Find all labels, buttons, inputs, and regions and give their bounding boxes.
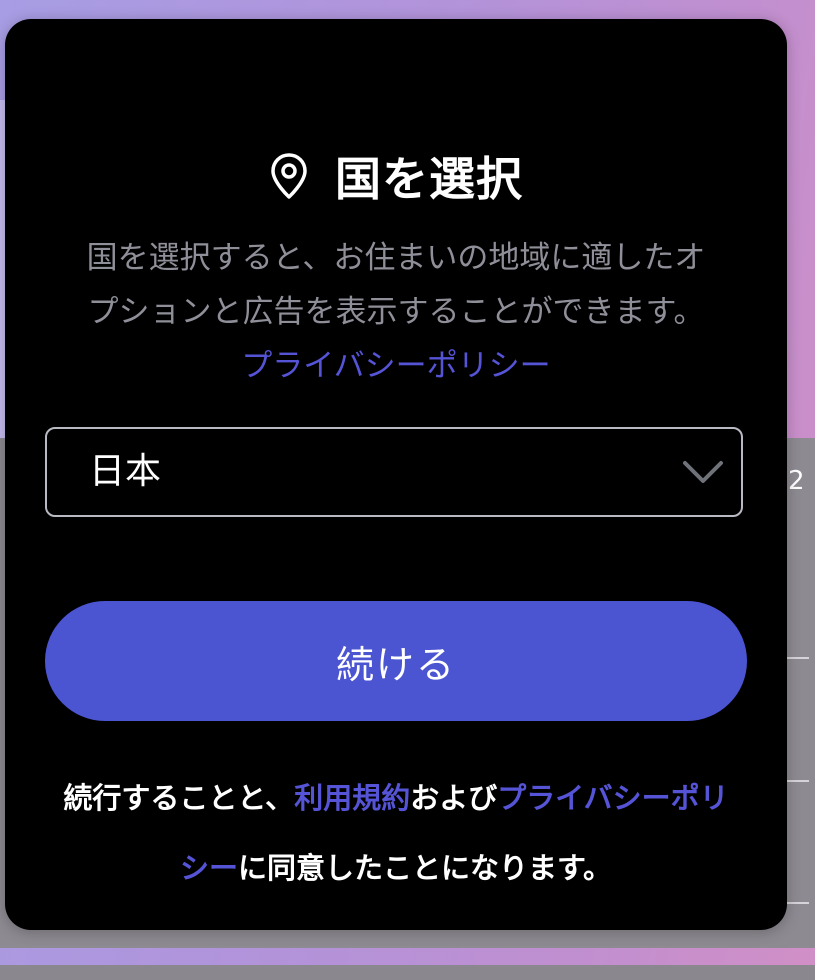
map-pin-icon <box>269 152 309 200</box>
background-divider <box>787 780 809 782</box>
terms-of-use-link[interactable]: 利用規約 <box>294 781 410 815</box>
description-line: 国を選択すると、お住まいの地域に適したオ <box>86 240 706 276</box>
terms-line: 続行することと、利用規約およびプライバシーポリ <box>25 763 767 833</box>
privacy-policy-link-footer[interactable]: プライバシーポリ <box>497 781 728 815</box>
terms-text: 続行することと、 <box>63 781 295 815</box>
background-divider <box>787 657 809 659</box>
background-divider <box>787 902 809 904</box>
dialog-header: 国を選択 <box>5 141 787 211</box>
background-text: 2 <box>788 466 805 496</box>
country-select-value: 日本 <box>89 451 162 492</box>
chevron-down-icon[interactable] <box>681 455 725 489</box>
dialog-title: 国を選択 <box>335 152 523 206</box>
country-select-dialog: 国を選択 国を選択すると、お住まいの地域に適したオ プションと広告を表示すること… <box>5 19 787 930</box>
background-footer <box>0 965 815 980</box>
description-line: プションと広告を表示することができます。 <box>87 294 705 330</box>
dialog-description: 国を選択すると、お住まいの地域に適したオ プションと広告を表示することができます… <box>33 231 759 393</box>
terms-notice: 続行することと、利用規約およびプライバシーポリ シーに同意したことになります。 <box>25 763 767 903</box>
privacy-policy-link[interactable]: プライバシーポリシー <box>33 339 759 393</box>
privacy-policy-link-footer[interactable]: シー <box>180 851 238 885</box>
terms-text: および <box>410 781 498 815</box>
continue-button[interactable]: 続ける <box>45 601 747 721</box>
terms-line: シーに同意したことになります。 <box>25 833 767 903</box>
terms-text: に同意したことになります。 <box>237 851 613 885</box>
country-select[interactable]: 日本 <box>45 427 743 517</box>
